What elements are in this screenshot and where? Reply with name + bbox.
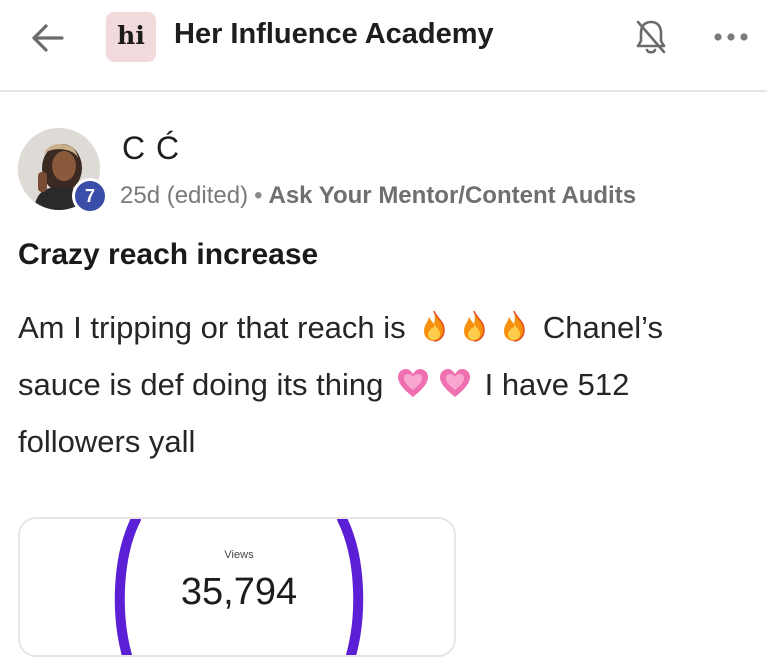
bell-off-icon [636, 20, 666, 54]
growing-heart-emoji-icon [394, 365, 432, 416]
post-text: sauce is def doing its thing [18, 367, 384, 402]
arrow-left-icon [32, 24, 64, 52]
post-title: Crazy reach increase [18, 238, 319, 271]
post-body: Am I tripping or that reach is Chanel’s … [18, 302, 753, 467]
views-label: Views [224, 549, 254, 561]
fire-emoji-icon [416, 308, 452, 359]
header-divider [0, 90, 767, 92]
more-horizontal-icon [714, 33, 748, 41]
fire-emoji-icon [456, 308, 492, 359]
growing-heart-emoji-icon [436, 365, 474, 416]
more-options-button[interactable] [710, 22, 754, 52]
post-image-attachment[interactable]: Views 35,794 [18, 517, 456, 657]
post-text: Am I tripping or that reach is [18, 310, 406, 345]
post-body-line: followers yall [18, 416, 753, 467]
author-name[interactable]: C Ć [122, 130, 180, 167]
views-count: 35,794 [180, 571, 298, 613]
post-timestamp: 25d (edited) [120, 182, 249, 209]
post-body-line: Am I tripping or that reach is Chanel’s [18, 302, 753, 359]
post-text: I have 512 [484, 367, 630, 402]
post-meta: 25d (edited) • Ask Your Mentor/Content Aud… [120, 182, 636, 210]
back-button[interactable] [26, 16, 70, 60]
post-body-line: sauce is def doing its thing I have 512 [18, 359, 753, 416]
post-category-link[interactable]: Ask Your Mentor/Content Audits [269, 182, 637, 209]
level-badge: 7 [72, 178, 108, 214]
logo-text: hi [117, 21, 145, 50]
notifications-toggle-button[interactable] [628, 14, 674, 60]
community-logo[interactable]: hi [106, 12, 156, 62]
community-title: Her Influence Academy [174, 18, 494, 50]
post-text: Chanel’s [542, 310, 663, 345]
fire-emoji-icon [496, 308, 532, 359]
meta-separator: • [254, 182, 263, 209]
post-text: followers yall [18, 424, 196, 459]
app-header: hi Her Influence Academy [0, 0, 767, 90]
